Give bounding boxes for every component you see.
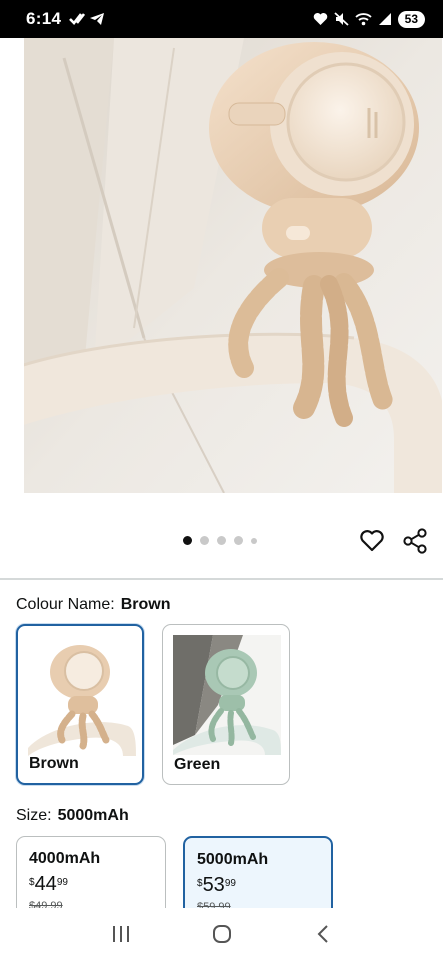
system-navigation-bar <box>0 908 443 960</box>
carousel-dot[interactable] <box>251 537 257 544</box>
carousel-dot[interactable] <box>200 536 209 545</box>
colour-option-brown-image <box>28 636 136 756</box>
share-button[interactable] <box>402 528 428 554</box>
heart-outline-icon <box>360 530 384 552</box>
size-row: Size: 5000mAh <box>16 807 129 825</box>
colour-name-value: Brown <box>120 596 171 613</box>
colour-option-label: Brown <box>29 755 79 772</box>
heart-icon <box>313 13 327 25</box>
size-option-price: $ 53 99 <box>197 875 319 895</box>
carousel-dots <box>183 536 257 545</box>
price-fraction: 99 <box>224 878 236 889</box>
section-divider <box>0 578 443 580</box>
signal-icon <box>378 13 391 25</box>
recent-apps-icon <box>112 926 129 942</box>
mute-icon <box>334 12 349 26</box>
telegram-icon <box>90 13 105 25</box>
product-image[interactable] <box>24 38 442 493</box>
price-whole: 53 <box>202 874 225 896</box>
share-icon <box>403 528 427 554</box>
recent-apps-button[interactable] <box>101 914 141 954</box>
colour-name-label: Colour Name: <box>16 596 115 613</box>
status-bar: 6:14 53 <box>0 0 443 38</box>
wifi-icon <box>355 13 372 26</box>
status-right-icons: 53 <box>313 10 425 28</box>
size-option-price: $ 44 99 <box>29 874 153 894</box>
size-label: Size: <box>16 807 52 824</box>
battery-indicator: 53 <box>397 10 425 28</box>
wishlist-button[interactable] <box>359 528 385 554</box>
carousel-dot-active[interactable] <box>183 536 192 545</box>
home-button[interactable] <box>202 914 242 954</box>
status-time: 6:14 <box>26 9 62 28</box>
price-fraction: 99 <box>56 877 68 888</box>
back-button[interactable] <box>303 914 343 954</box>
colour-option-green[interactable]: Green <box>162 624 290 785</box>
colour-name-row: Colour Name: Brown <box>16 596 170 614</box>
size-option-title: 5000mAh <box>197 851 269 868</box>
back-icon <box>317 925 328 943</box>
size-value: 5000mAh <box>57 807 129 824</box>
product-image-gallery[interactable] <box>0 38 443 500</box>
check-icon <box>69 13 86 25</box>
price-whole: 44 <box>34 873 57 895</box>
home-icon <box>212 925 231 943</box>
colour-option-label: Green <box>174 756 221 773</box>
status-left-icons <box>69 12 105 26</box>
carousel-dot[interactable] <box>217 536 226 545</box>
colour-option-brown[interactable]: Brown <box>16 624 144 785</box>
size-option-title: 4000mAh <box>29 850 101 867</box>
colour-option-green-image <box>173 635 281 755</box>
carousel-dot[interactable] <box>234 536 243 545</box>
